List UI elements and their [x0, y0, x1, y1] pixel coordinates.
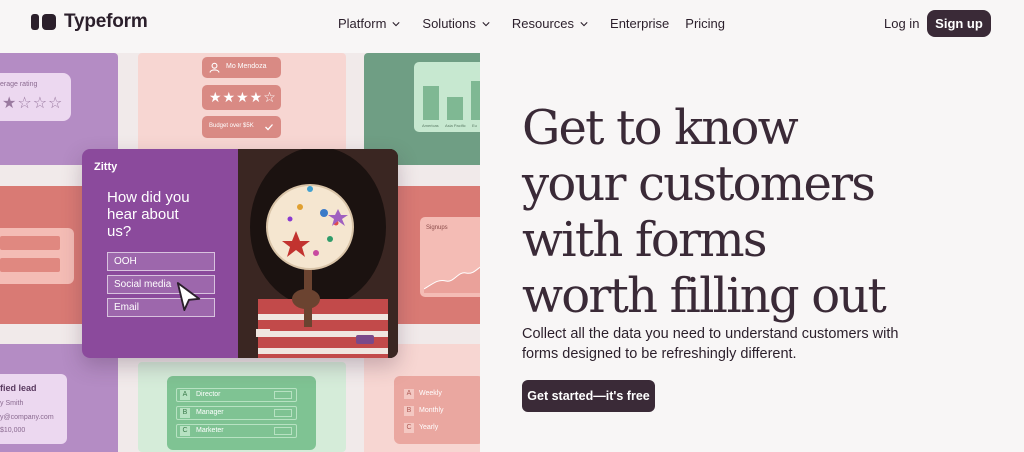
- chevron-down-icon: [482, 21, 490, 26]
- freq-key: A: [404, 389, 414, 399]
- menu-label: Solutions: [422, 16, 476, 31]
- lead-title: fied lead: [0, 383, 37, 393]
- chart-label: Asia Pacific: [445, 123, 466, 128]
- name-chip-label: Mo Mendoza: [226, 63, 267, 70]
- rating-stars: ★☆☆☆: [2, 95, 64, 112]
- logo[interactable]: Typeform: [31, 11, 148, 33]
- role-key: A: [180, 390, 190, 400]
- cursor-icon: [176, 282, 201, 311]
- role-check: [274, 391, 292, 399]
- bars-card: [0, 228, 74, 284]
- freq-key: C: [404, 423, 414, 433]
- frequency-card: A Weekly B Monthly C Yearly: [394, 376, 480, 444]
- signup-button[interactable]: Sign up: [927, 10, 991, 37]
- signups-graph: [424, 266, 480, 293]
- role-check: [274, 409, 292, 417]
- menu-label: Pricing: [685, 16, 726, 31]
- role-label: Manager: [196, 409, 224, 416]
- logo-text: Typeform: [64, 11, 148, 32]
- role-row[interactable]: A Director: [176, 388, 297, 402]
- name-chip: Mo Mendoza: [202, 57, 281, 78]
- role-label: Director: [196, 391, 221, 398]
- hero-title-line: your customers: [522, 156, 876, 212]
- typeform-logo-icon: [31, 14, 56, 30]
- role-row[interactable]: C Marketer: [176, 424, 297, 438]
- stars-chip: ★★★★☆: [202, 85, 281, 110]
- bar-2: [0, 258, 60, 272]
- chart-bar: [447, 97, 463, 120]
- form-panel: Zitty How did you hear about us? OOH Soc…: [82, 149, 238, 358]
- freq-row[interactable]: B Monthly: [404, 406, 444, 416]
- stars-chip-stars: ★★★★☆: [209, 89, 277, 105]
- hero-title: Get to know your customers with forms wo…: [522, 100, 992, 324]
- hero-title-line: worth filling out: [522, 268, 887, 324]
- budget-chip: Budget over $5K: [202, 116, 281, 138]
- role-row[interactable]: B Manager: [176, 406, 297, 420]
- form-option-ooh[interactable]: OOH: [107, 252, 215, 271]
- role-check: [274, 427, 292, 435]
- bar-1: [0, 236, 60, 250]
- rating-label: erage rating: [0, 81, 38, 88]
- role-key: C: [180, 426, 190, 436]
- signups-card: Signups: [420, 217, 480, 297]
- role-label: Marketer: [196, 427, 224, 434]
- lead-name: y Smith: [0, 400, 24, 407]
- menu-platform[interactable]: Platform: [338, 16, 401, 31]
- freq-label: Monthly: [419, 407, 444, 414]
- page: Typeform Platform Solutions Resources En…: [0, 0, 1024, 452]
- person-photo: [238, 149, 398, 358]
- role-key: B: [180, 408, 190, 418]
- chart-card: Americas Asia Pacific Eu: [414, 62, 480, 132]
- budget-chip-label: Budget over $5K: [209, 123, 254, 129]
- chevron-down-icon: [580, 21, 588, 26]
- form-photo: [238, 149, 398, 358]
- menu-enterprise[interactable]: Enterprise: [610, 16, 669, 31]
- form-brand: Zitty: [94, 161, 118, 173]
- check-icon: [265, 124, 273, 131]
- form-preview-card: Zitty How did you hear about us? OOH Soc…: [82, 149, 398, 358]
- signups-label: Signups: [426, 225, 448, 231]
- freq-key: B: [404, 406, 414, 416]
- chart-bar: [423, 86, 439, 120]
- chart-label: Americas: [422, 123, 439, 128]
- menu-label: Enterprise: [610, 16, 670, 31]
- freq-row[interactable]: A Weekly: [404, 389, 442, 399]
- freq-label: Yearly: [419, 424, 439, 431]
- roles-card: A Director B Manager C Marketer: [167, 376, 316, 450]
- chevron-down-icon: [392, 21, 401, 26]
- hero-title-line: with forms: [522, 212, 767, 268]
- freq-label: Weekly: [419, 390, 442, 397]
- menu-resources[interactable]: Resources: [512, 16, 588, 31]
- lead-amount: $10,000: [0, 427, 26, 434]
- freq-row[interactable]: C Yearly: [404, 423, 438, 433]
- get-started-button[interactable]: Get started—it's free: [522, 380, 655, 412]
- hero-title-line: Get to know: [522, 100, 799, 156]
- hero-subtitle: Collect all the data you need to underst…: [522, 326, 899, 362]
- user-icon: [209, 62, 220, 73]
- login-link[interactable]: Log in: [884, 16, 919, 31]
- menu-pricing[interactable]: Pricing: [685, 16, 725, 31]
- form-question: How did you hear about us?: [107, 189, 190, 240]
- top-nav: Typeform Platform Solutions Resources En…: [0, 0, 1024, 48]
- rating-card: erage rating ★☆☆☆: [0, 73, 71, 121]
- menu-label: Platform: [338, 16, 387, 31]
- lead-card: fied lead y Smith y@company.com $10,000: [0, 374, 67, 444]
- main-menu: Platform Solutions Resources Enterprise …: [338, 16, 747, 31]
- chart-bar: [471, 81, 480, 120]
- menu-solutions[interactable]: Solutions: [422, 16, 490, 31]
- menu-label: Resources: [511, 16, 575, 31]
- chart-label: Eu: [472, 123, 477, 128]
- lead-email: y@company.com: [0, 414, 54, 421]
